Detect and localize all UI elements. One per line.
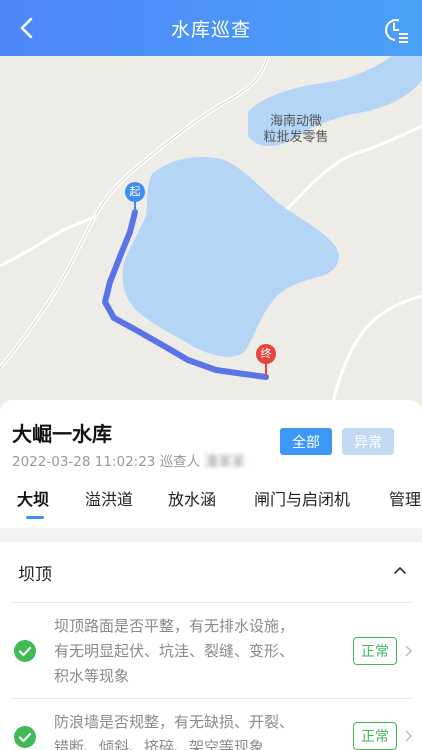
category-tabs: 大坝 溢洪道 放水涵 闸门与启闭机 管理 <box>0 484 422 528</box>
status-badge[interactable]: 正常 <box>353 722 397 750</box>
checklist-item[interactable]: 防浪墙是否规整，有无缺损、开裂、 错断、倾斜、挤碎、架空等现象 正常 <box>0 698 422 750</box>
inspection-meta: 2022-03-28 11:02:23 巡查人 潘某某 <box>12 450 272 470</box>
map-view[interactable]: 海南动微 粒批发零售 起 终 <box>0 56 422 416</box>
filter-abnormal-button[interactable]: 异常 <box>342 428 394 455</box>
tab-outlet-culvert[interactable]: 放水涵 <box>168 484 216 528</box>
section-title: 坝顶 <box>18 565 52 585</box>
chevron-right-icon[interactable] <box>403 729 413 743</box>
map-poi-label: 海南动微 粒批发零售 <box>263 114 329 145</box>
reservoir-name: 大崛一水库 <box>12 422 112 446</box>
status-badge[interactable]: 正常 <box>353 637 397 665</box>
header: 水库巡查 <box>0 0 422 56</box>
checklist-section: 坝顶 坝顶路面是否平整，有无排水设施， 有无明显起伏、坑洼、裂缝、变形、 积水等… <box>0 542 422 750</box>
checklist-item-text: 坝顶路面是否平整，有无排水设施， 有无明显起伏、坑洼、裂缝、变形、 积水等现象 <box>54 617 295 685</box>
divider <box>10 698 412 699</box>
tab-dam[interactable]: 大坝 <box>17 484 49 528</box>
inspection-datetime: 2022-03-28 11:02:23 <box>12 454 156 470</box>
clock-list-icon[interactable] <box>380 14 410 44</box>
active-tab-indicator <box>26 516 44 519</box>
check-circle-icon <box>14 640 36 662</box>
divider <box>10 602 412 603</box>
chevron-left-icon[interactable] <box>14 14 42 42</box>
route-end-marker[interactable]: 终 <box>259 346 273 362</box>
tab-management[interactable]: 管理 <box>389 484 421 528</box>
filter-all-button[interactable]: 全部 <box>280 428 332 455</box>
reservoir-card: 大崛一水库 2022-03-28 11:02:23 巡查人 潘某某 全部 异常 … <box>0 400 422 528</box>
route-start-marker[interactable]: 起 <box>128 184 142 200</box>
tab-gates-hoists[interactable]: 闸门与启闭机 <box>254 484 350 528</box>
chevron-up-icon[interactable] <box>392 562 408 578</box>
tab-spillway[interactable]: 溢洪道 <box>85 484 133 528</box>
chevron-right-icon[interactable] <box>403 644 413 658</box>
check-circle-icon <box>14 726 36 748</box>
inspector-name: 潘某某 <box>204 454 245 470</box>
inspector-label: 巡查人 <box>159 454 201 470</box>
page-title: 水库巡查 <box>170 18 251 41</box>
checklist-item[interactable]: 坝顶路面是否平整，有无排水设施， 有无明显起伏、坑洼、裂缝、变形、 积水等现象 … <box>0 602 422 698</box>
map-canvas <box>0 56 422 416</box>
checklist-item-text: 防浪墙是否规整，有无缺损、开裂、 错断、倾斜、挤碎、架空等现象 <box>54 713 295 750</box>
